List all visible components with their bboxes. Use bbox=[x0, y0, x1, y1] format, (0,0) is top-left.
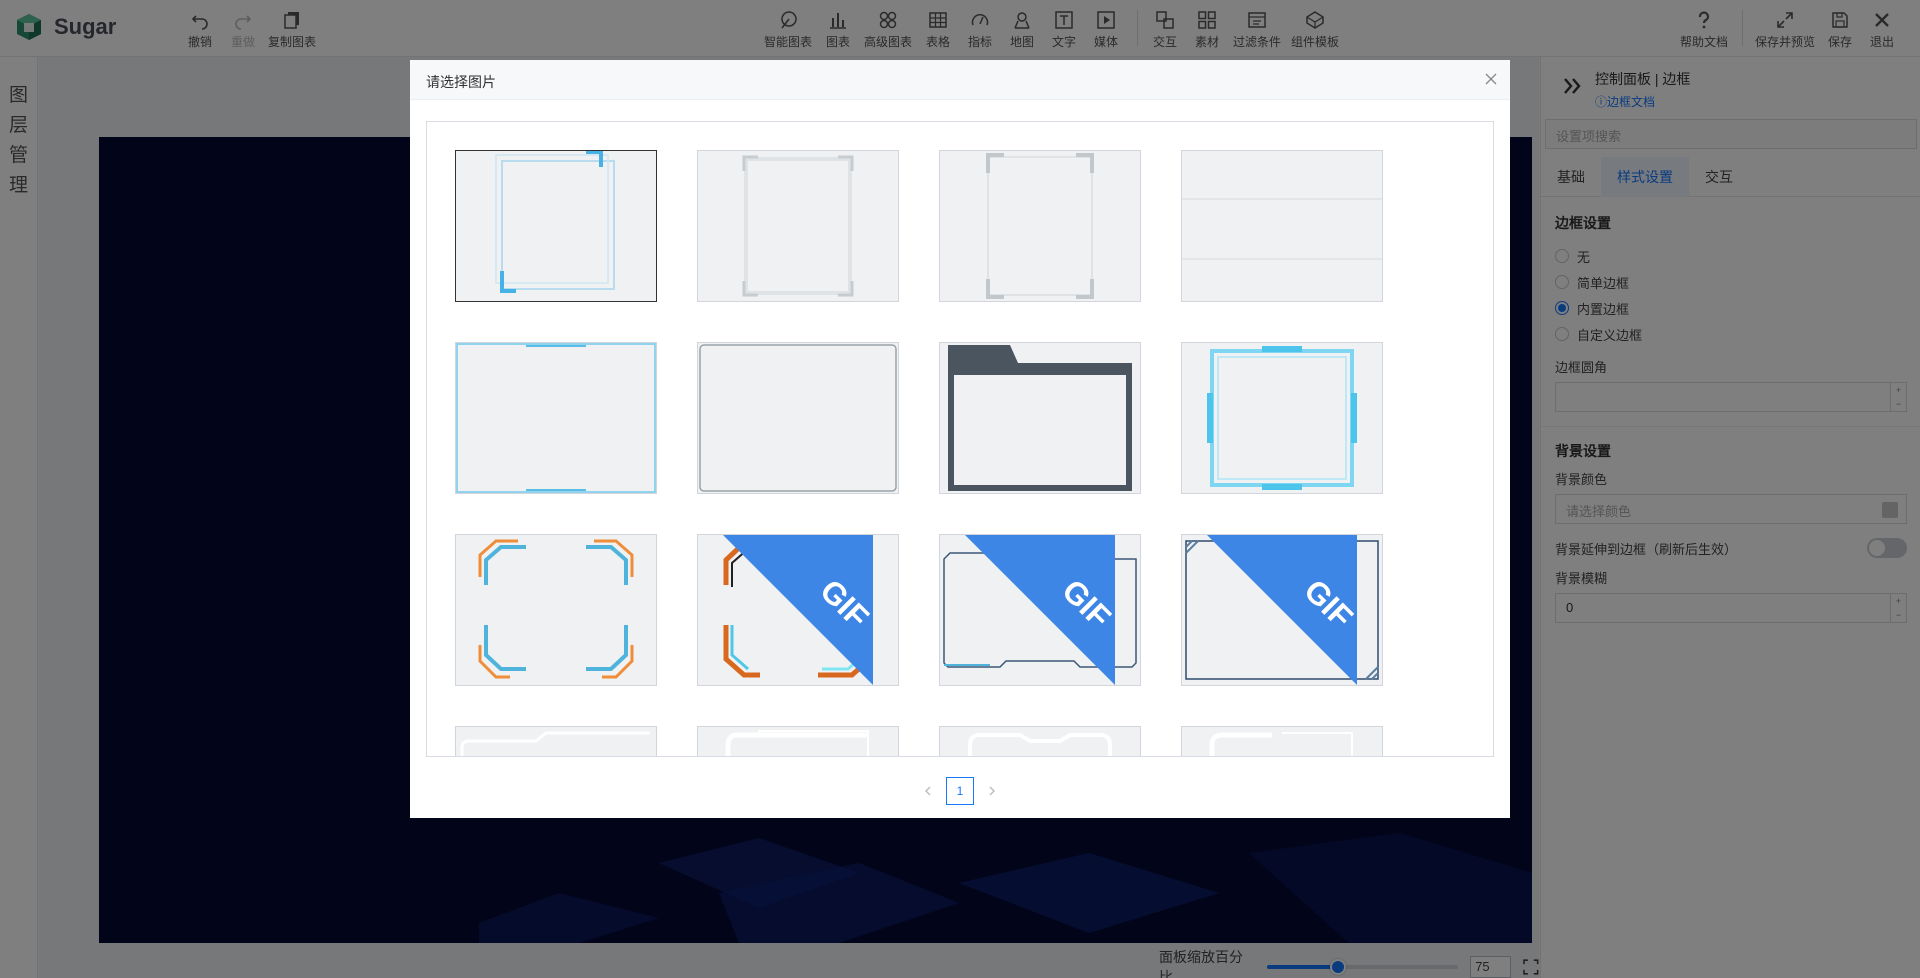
border-frame-image bbox=[460, 731, 650, 756]
border-thumbnail-6[interactable] bbox=[697, 342, 899, 494]
border-frame-image bbox=[968, 733, 1112, 756]
border-thumbnail-3[interactable] bbox=[939, 150, 1141, 302]
border-frame-image bbox=[456, 343, 656, 493]
gif-corner-badge: GIF bbox=[723, 535, 876, 685]
border-thumbnail-13[interactable] bbox=[455, 726, 657, 756]
border-frame-image bbox=[1182, 198, 1382, 260]
gif-corner-badge: GIF bbox=[965, 535, 1118, 685]
border-thumbnail-11-gif[interactable]: GIF bbox=[939, 534, 1141, 686]
border-frame-image bbox=[948, 345, 1132, 491]
border-frame-image bbox=[986, 153, 1094, 299]
chevron-left-icon[interactable] bbox=[922, 785, 934, 797]
dialog-header: 请选择图片 bbox=[410, 60, 1510, 100]
border-frame-image bbox=[1207, 346, 1357, 490]
border-thumbnail-7[interactable] bbox=[939, 342, 1141, 494]
border-thumbnail-9[interactable] bbox=[455, 534, 657, 686]
border-thumbnail-14[interactable] bbox=[697, 726, 899, 756]
image-gallery: GIF GIF GIF bbox=[426, 121, 1494, 757]
border-thumbnail-5[interactable] bbox=[455, 342, 657, 494]
chevron-right-icon[interactable] bbox=[986, 785, 998, 797]
border-thumbnail-8[interactable] bbox=[1181, 342, 1383, 494]
border-frame-image bbox=[1209, 732, 1353, 756]
border-thumbnail-4[interactable] bbox=[1181, 150, 1383, 302]
dialog-title: 请选择图片 bbox=[426, 74, 496, 90]
border-thumbnail-1[interactable] bbox=[455, 150, 657, 302]
border-thumbnail-16[interactable] bbox=[1181, 726, 1383, 756]
border-thumbnail-15[interactable] bbox=[939, 726, 1141, 756]
border-thumbnail-10-gif[interactable]: GIF bbox=[697, 534, 899, 686]
border-thumbnail-12-gif[interactable]: GIF bbox=[1181, 534, 1383, 686]
close-icon[interactable] bbox=[1484, 72, 1498, 86]
border-frame-image bbox=[742, 155, 854, 297]
pagination: 1 bbox=[410, 777, 1510, 805]
border-frame-image bbox=[495, 151, 615, 293]
gif-corner-badge: GIF bbox=[1207, 535, 1360, 685]
border-frame-image bbox=[725, 730, 869, 756]
page-number-button[interactable]: 1 bbox=[946, 777, 974, 805]
border-frame-image bbox=[699, 344, 897, 492]
border-frame-image bbox=[478, 539, 634, 679]
image-picker-dialog: 请选择图片 GIF GIF GIF 1 bbox=[410, 60, 1510, 818]
border-thumbnail-2[interactable] bbox=[697, 150, 899, 302]
